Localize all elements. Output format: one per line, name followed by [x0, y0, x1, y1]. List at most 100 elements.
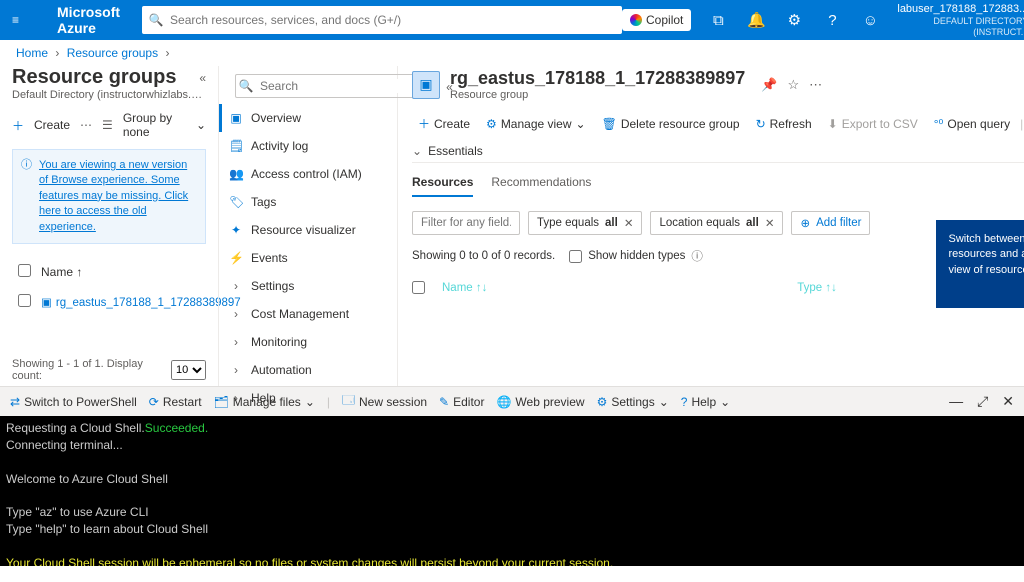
help-icon[interactable]: ? — [813, 0, 851, 40]
chevron-right-icon: › — [229, 363, 243, 377]
detail-title: rg_eastus_178188_1_17288389897 — [450, 68, 745, 89]
more-icon[interactable]: ⋯ — [809, 77, 822, 93]
column-name[interactable]: Name ↑ — [37, 258, 245, 286]
iam-icon: 👥 — [229, 167, 243, 181]
cloud-shell-icon[interactable]: ⧉ — [699, 0, 737, 40]
filter-text[interactable] — [412, 211, 520, 235]
manage-files-button[interactable]: 🗂Manage files⌄ — [214, 395, 315, 409]
cmd-create[interactable]: ＋Create — [412, 113, 476, 134]
crumb-home[interactable]: Home — [16, 46, 48, 60]
row-checkbox[interactable] — [18, 294, 31, 307]
visualizer-icon: ✦ — [229, 223, 243, 237]
more-icon[interactable]: ⋯ — [80, 118, 92, 132]
notifications-icon[interactable]: 🔔 — [737, 0, 775, 40]
table-footer: Showing 1 - 1 of 1. Display count: 10 — [12, 358, 206, 382]
nav-cost-management[interactable]: ›Cost Management — [219, 300, 397, 328]
records-info-row: Showing 0 to 0 of 0 records. Show hidden… — [412, 245, 1024, 267]
new-session-button[interactable]: 🗔New session — [342, 391, 427, 412]
col-name[interactable]: Name ↑↓ — [442, 281, 797, 294]
nav-resource-visualizer[interactable]: ✦Resource visualizer — [219, 216, 397, 244]
close-icon[interactable]: ✕ — [1002, 393, 1014, 410]
filter-location[interactable]: Location equals all✕ — [650, 211, 783, 235]
show-hidden-toggle[interactable]: Show hidden types ⓘ — [569, 248, 703, 264]
chevron-down-icon: ⌄ — [659, 395, 669, 409]
main-content: Resource groups « Default Directory (ins… — [0, 66, 1024, 386]
star-icon[interactable]: ☆ — [787, 77, 799, 93]
collapse-icon[interactable]: « — [199, 71, 206, 85]
nav-events[interactable]: ⚡Events — [219, 244, 397, 272]
global-search-input[interactable] — [170, 13, 622, 27]
copilot-icon — [630, 14, 642, 26]
shell-help-button[interactable]: ?Help⌄ — [681, 395, 730, 409]
tab-resources[interactable]: Resources — [412, 175, 473, 197]
editor-button[interactable]: ✎Editor — [439, 395, 484, 409]
nav-access-control[interactable]: 👥Access control (IAM) — [219, 160, 397, 188]
chevron-down-icon: ⌄ — [720, 395, 730, 409]
resource-table-header: Name ↑↓ Type ↑↓ Location ↑↓ — [412, 281, 1024, 294]
breadcrumb: Home › Resource groups › — [0, 40, 1024, 66]
group-by-button[interactable]: Group by none — [123, 111, 186, 139]
close-icon[interactable]: ✕ — [765, 216, 775, 230]
page-size-select[interactable]: 10 — [171, 360, 206, 380]
chevron-right-icon: › — [229, 335, 243, 349]
show-hidden-checkbox[interactable] — [569, 250, 582, 263]
minimize-icon[interactable]: ― — [949, 393, 963, 410]
select-all-checkbox[interactable] — [18, 264, 31, 277]
nav-search[interactable]: 🔍 — [235, 74, 416, 98]
chevron-right-icon: › — [229, 279, 243, 293]
settings-icon[interactable]: ⚙ — [775, 0, 813, 40]
gear-icon: ⚙ — [486, 117, 497, 131]
filter-type[interactable]: Type equals all✕ — [528, 211, 642, 235]
gear-icon: ⚙ — [597, 395, 608, 409]
copilot-button[interactable]: Copilot — [622, 9, 691, 31]
nav-automation[interactable]: ›Automation — [219, 356, 397, 384]
nav-activity-log[interactable]: 🗒Activity log — [219, 132, 397, 160]
resource-group-link[interactable]: rg_eastus_178188_1_17288389897 — [56, 297, 241, 309]
divider — [412, 162, 1024, 163]
nav-monitoring[interactable]: ›Monitoring — [219, 328, 397, 356]
detail-tabs: Resources Recommendations — [412, 175, 1024, 197]
nav-search-input[interactable] — [256, 79, 415, 93]
crumb-resource-groups[interactable]: Resource groups — [67, 46, 158, 60]
essentials-header[interactable]: ⌄ Essentials JSON View — [412, 144, 1024, 158]
plus-icon: ＋ — [12, 117, 24, 134]
chevron-right-icon: › — [55, 46, 59, 60]
maximize-icon[interactable]: ⤢ — [977, 393, 988, 410]
add-filter-button[interactable]: ⊕Add filter — [791, 211, 870, 235]
account-directory: DEFAULT DIRECTORY (INSTRUCT... — [897, 16, 1024, 38]
footer-text: Showing 1 - 1 of 1. Display count: — [12, 358, 165, 382]
hamburger-icon[interactable]: ≡ — [0, 13, 19, 27]
feedback-icon[interactable]: ☺ — [851, 0, 889, 40]
info-banner[interactable]: You are viewing a new version of Browse … — [12, 149, 206, 244]
switch-shell-button[interactable]: ⇄Switch to PowerShell — [10, 395, 137, 409]
overview-icon: ▣ — [229, 111, 243, 125]
cmd-manage-view[interactable]: ⚙Manage view⌄ — [480, 115, 592, 133]
web-preview-button[interactable]: 🌐Web preview — [496, 395, 584, 409]
create-button[interactable]: Create — [34, 118, 70, 132]
help-icon: ? — [681, 395, 688, 409]
cmd-export-csv: ⬇Export to CSV — [822, 115, 924, 133]
cloud-shell-terminal[interactable]: Requesting a Cloud Shell.Succeeded. Conn… — [0, 416, 1024, 566]
restart-button[interactable]: ⟳Restart — [149, 395, 202, 409]
refresh-icon: ↻ — [756, 117, 766, 131]
account-info[interactable]: labuser_178188_172883... DEFAULT DIRECTO… — [889, 0, 1024, 41]
account-user: labuser_178188_172883... — [897, 3, 1024, 16]
filter-icon: ⊕ — [800, 216, 810, 230]
filter-input[interactable] — [421, 217, 511, 229]
shell-settings-button[interactable]: ⚙Settings⌄ — [597, 395, 669, 409]
nav-overview[interactable]: ▣Overview — [219, 104, 397, 132]
cmd-delete[interactable]: 🗑Delete resource group — [596, 115, 746, 133]
nav-tags[interactable]: 🏷Tags — [219, 188, 397, 216]
cmd-refresh[interactable]: ↻Refresh — [750, 115, 818, 133]
brand-label: Microsoft Azure — [19, 4, 138, 36]
close-icon[interactable]: ✕ — [624, 216, 634, 230]
global-search[interactable]: 🔍 — [142, 6, 622, 34]
tab-recommendations[interactable]: Recommendations — [491, 175, 591, 197]
select-all-checkbox[interactable] — [412, 281, 425, 294]
resource-group-icon: ▣ — [41, 297, 52, 309]
nav-settings[interactable]: ›Settings — [219, 272, 397, 300]
cmd-open-query[interactable]: °⁰Open query — [928, 115, 1016, 133]
info-icon[interactable]: ⓘ — [691, 248, 703, 264]
download-icon: ⬇ — [828, 117, 838, 131]
pin-icon[interactable]: 📌 — [761, 77, 777, 93]
